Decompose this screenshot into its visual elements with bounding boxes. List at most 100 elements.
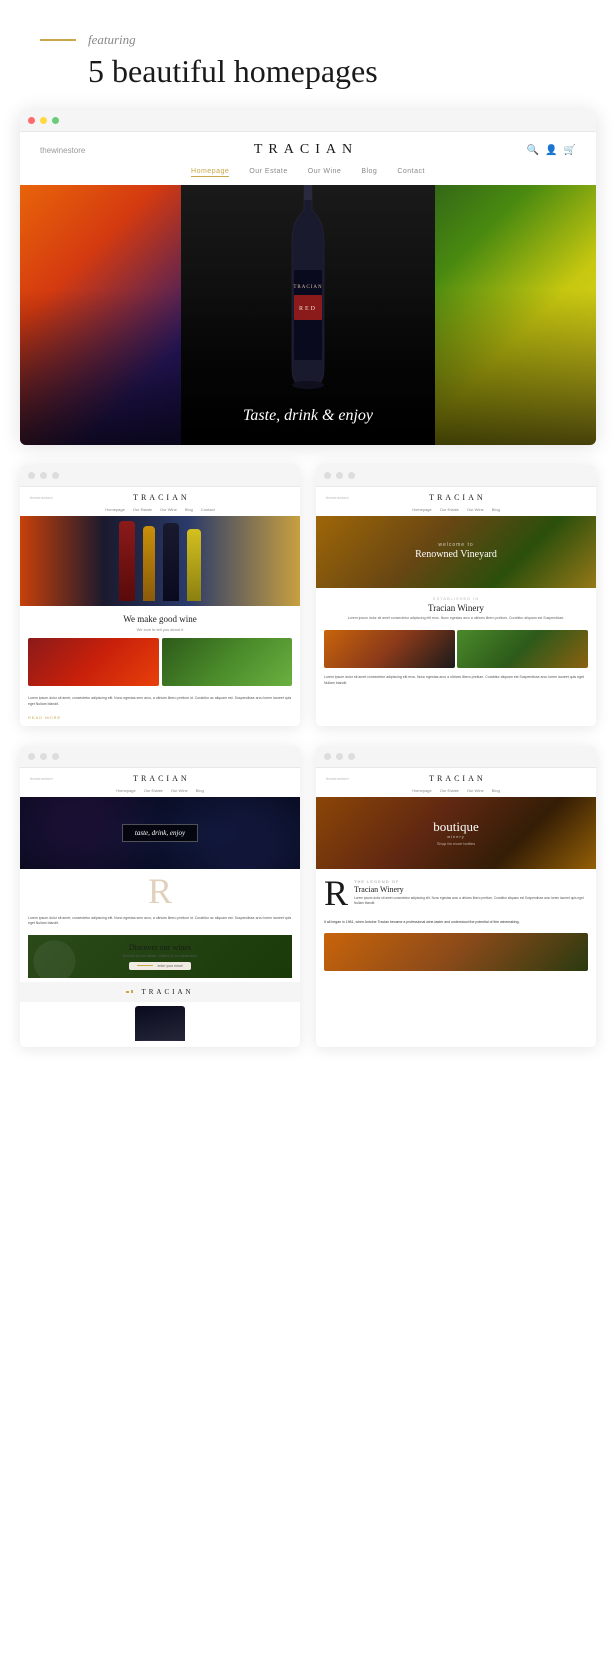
browser-bar-3 (316, 465, 596, 487)
nav-bar-4: Homepage Our Estate Our Wine Blog (20, 786, 300, 797)
nav2-blog[interactable]: Blog (185, 507, 193, 512)
dot3 (348, 753, 355, 760)
m3-winery-label: established in (326, 596, 586, 601)
nav-bar-3: Homepage Our Estate Our Wine Blog (316, 505, 596, 516)
nav2-contact[interactable]: Contact (201, 507, 215, 512)
browser-bar-4 (20, 746, 300, 768)
nav3-wine[interactable]: Our Wine (467, 507, 484, 512)
featuring-label: featuring (88, 32, 136, 48)
tagline-5: thewinestore (326, 776, 349, 781)
m2-wine-glass (28, 638, 159, 686)
m3-winery-desc: Lorem ipsum dolor sit amet consectetur a… (326, 616, 586, 622)
m2-images-row (20, 638, 300, 692)
m4-hero-overlay: taste, drink, enjoy (20, 797, 300, 869)
m3-hero-image: welcome to Renowned Vineyard (316, 516, 596, 588)
m4-text-block: Lorem ipsum dolor sit amet, consectetur … (20, 913, 300, 931)
header-icons-1: 🔍 👤 🛒 (527, 145, 576, 156)
browser-dot-close (28, 117, 35, 124)
nav-contact[interactable]: Contact (397, 168, 425, 177)
nav-bar-1: Homepage Our Estate Our Wine Blog Contac… (20, 164, 596, 185)
m3-hero-overlay: welcome to Renowned Vineyard (316, 516, 596, 588)
nav2-homepage[interactable]: Homepage (105, 507, 125, 512)
m5-boutique-link[interactable]: Shop for more bottles (433, 841, 479, 846)
m5-r-char: R (324, 875, 348, 911)
site-header-1: thewinestore TRACIAN 🔍 👤 🛒 (20, 132, 596, 164)
dot1 (324, 472, 331, 479)
logo-5: TRACIAN (349, 774, 566, 783)
m5-r-section: R the legend of Tracian Winery Lorem ips… (316, 869, 596, 917)
m4-bottle-section: TRACIAN (20, 982, 300, 1002)
mockup-3: thewinestore TRACIAN Homepage Our Estate… (316, 465, 596, 725)
search-icon: 🔍 (527, 145, 539, 156)
m4-discover-section: Discover our wines Defined by our estate… (28, 935, 292, 978)
m4-discover-sub: Defined by our estate, crafted by our wi… (36, 954, 284, 958)
user-icon: 👤 (545, 145, 557, 156)
nav4-estate[interactable]: Our Estate (144, 788, 163, 793)
nav-wine[interactable]: Our Wine (308, 168, 342, 177)
mockups-container: thewinestore TRACIAN 🔍 👤 🛒 Homepage Our … (0, 110, 616, 1076)
tagline-3: thewinestore (326, 495, 349, 500)
m3-hills2 (457, 630, 588, 668)
nav2-estate[interactable]: Our Estate (133, 507, 152, 512)
nav3-homepage[interactable]: Homepage (412, 507, 432, 512)
hero-tagline: Taste, drink & enjoy (243, 407, 373, 425)
svg-text:RED: RED (299, 306, 317, 312)
mockup-1: thewinestore TRACIAN 🔍 👤 🛒 Homepage Our … (20, 110, 596, 445)
mockup-2: thewinestore TRACIAN Homepage Our Estate… (20, 465, 300, 725)
browser-bar-5 (316, 746, 596, 768)
site-header-5: thewinestore TRACIAN (316, 768, 596, 786)
nav-bar-5: Homepage Our Estate Our Wine Blog (316, 786, 596, 797)
m5-hero-overlay: boutique winery Shop for more bottles (316, 797, 596, 869)
dot1 (28, 472, 35, 479)
logo-4: TRACIAN (53, 774, 270, 783)
browser-dot-minimize (40, 117, 47, 124)
nav-homepage[interactable]: Homepage (191, 168, 229, 177)
site-logo-1: TRACIAN (85, 142, 526, 158)
nav3-estate[interactable]: Our Estate (440, 507, 459, 512)
m4-bottle-label: taste, drink, enjoy (122, 824, 198, 842)
svg-text:TRACIAN: TRACIAN (293, 285, 322, 290)
dot1 (324, 753, 331, 760)
wine-bottle: TRACIAN RED (278, 185, 338, 405)
dot3 (52, 472, 59, 479)
tagline-4: thewinestore (30, 776, 53, 781)
mockups-grid-row2: thewinestore TRACIAN Homepage Our Estate… (20, 746, 596, 1047)
tagline-2: thewinestore (30, 495, 53, 500)
m5-winery-desc: Lorem ipsum dolor sit amet consectetur a… (354, 896, 588, 906)
m3-winery-section: established in Tracian Winery Lorem ipsu… (316, 588, 596, 626)
nav-blog[interactable]: Blog (361, 168, 377, 177)
m4-body-text: Lorem ipsum dolor sit amet, consectetur … (28, 916, 292, 927)
page-title: 5 beautiful homepages (88, 52, 576, 90)
nav4-wine[interactable]: Our Wine (171, 788, 188, 793)
site-tagline-1: thewinestore (40, 146, 85, 155)
m3-hills1 (324, 630, 455, 668)
nav-estate[interactable]: Our Estate (249, 168, 287, 177)
m3-bottom-text: Lorem ipsum dolor sit amet consectetur a… (316, 672, 596, 689)
logo-2: TRACIAN (53, 493, 270, 502)
site-header-3: thewinestore TRACIAN (316, 487, 596, 505)
page-header: featuring 5 beautiful homepages (0, 0, 616, 110)
m2-subline: We love to tell you about it (20, 627, 300, 638)
m5-vineyard-image (324, 933, 588, 971)
nav3-blog[interactable]: Blog (492, 507, 500, 512)
mockups-grid-row1: thewinestore TRACIAN Homepage Our Estate… (20, 465, 596, 725)
m5-winery-label: the legend of (354, 879, 588, 884)
m2-read-more[interactable]: READ MORE (20, 712, 300, 726)
nav5-estate[interactable]: Our Estate (440, 788, 459, 793)
m4-r-char: R (148, 873, 172, 909)
m3-hero-title: Renowned Vineyard (415, 548, 497, 562)
nav5-homepage[interactable]: Homepage (412, 788, 432, 793)
m2-bottles-image (20, 516, 300, 606)
dot1 (28, 753, 35, 760)
m2-body-text: Lorem ipsum dolor sit amet, consectetur … (28, 696, 292, 707)
mockup-5: thewinestore TRACIAN Homepage Our Estate… (316, 746, 596, 1047)
nav4-homepage[interactable]: Homepage (116, 788, 136, 793)
nav4-blog[interactable]: Blog (196, 788, 204, 793)
cart-icon: 🛒 (564, 145, 576, 156)
nav5-blog[interactable]: Blog (492, 788, 500, 793)
m5-boutique-title: boutique (433, 819, 479, 835)
nav2-wine[interactable]: Our Wine (160, 507, 177, 512)
m2-vineyard (162, 638, 293, 686)
nav5-wine[interactable]: Our Wine (467, 788, 484, 793)
m3-images-row (316, 626, 596, 672)
